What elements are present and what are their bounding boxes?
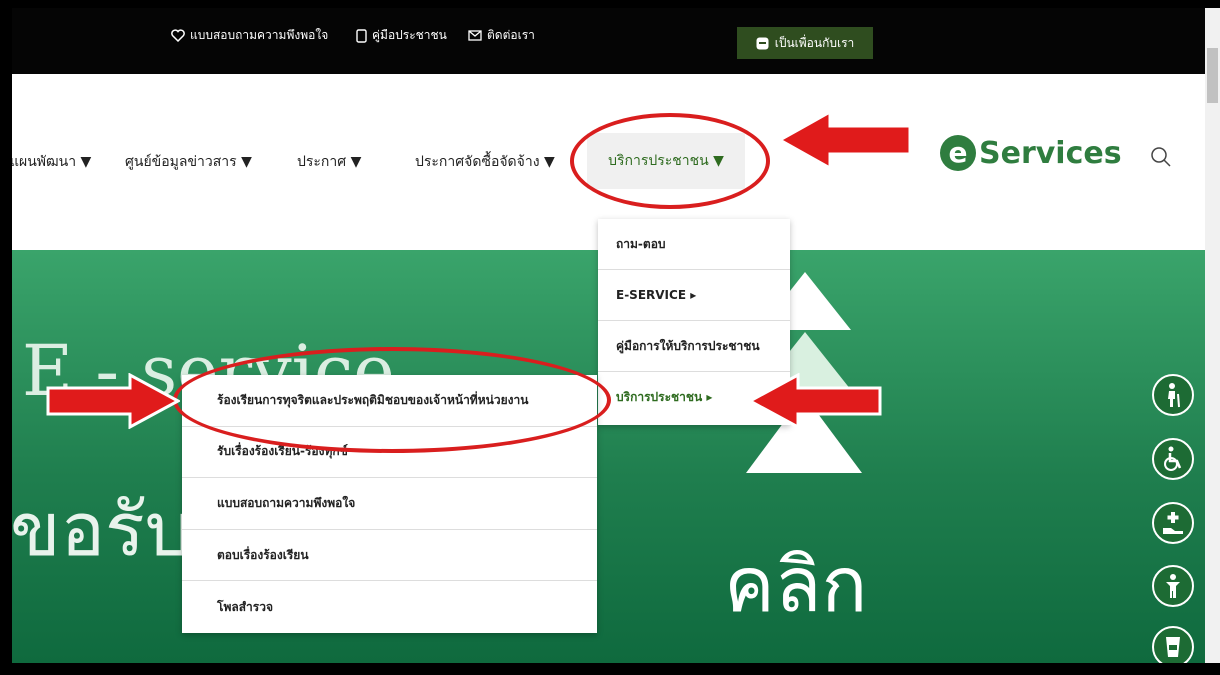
line-chat-icon (756, 37, 769, 49)
satisfaction-survey-link[interactable]: แบบสอบถามความพึงพอใจ (171, 26, 328, 45)
annotation-arrow-nav (778, 110, 912, 170)
nav-item-development-plan[interactable]: แผนพัฒนา ▼ (10, 151, 91, 173)
submenu-item-receive-complaint[interactable]: รับเรื่องร้องเรียน-ร้องทุกข์ (182, 427, 597, 479)
nav-item-label: บริการประชาชน ▼ (608, 153, 724, 169)
heart-icon (171, 29, 185, 42)
submenu-item-poll[interactable]: โพลสำรวจ (182, 581, 597, 633)
frame-border-top (0, 0, 1220, 8)
nav-item-info-center[interactable]: ศูนย์ข้อมูลข่าวสาร ▼ (125, 151, 252, 173)
search-button[interactable] (1150, 146, 1172, 168)
eservices-logo[interactable]: e Services (940, 135, 1122, 171)
citizen-manual-link[interactable]: คู่มือประชาชน (356, 26, 447, 45)
nav-item-label: ประกาศจัดซื้อจัดจ้าง ▼ (415, 154, 555, 170)
submenu-item-label: รับเรื่องร้องเรียน-ร้องทุกข์ (217, 444, 348, 459)
nav-item-label: ศูนย์ข้อมูลข่าวสาร ▼ (125, 154, 252, 170)
submenu-item-label: E-SERVICE ▸ (616, 288, 697, 302)
submenu-item-complaint-reply[interactable]: ตอบเรื่องร้องเรียน (182, 530, 597, 582)
nav-item-announcements[interactable]: ประกาศ ▼ (297, 151, 361, 173)
nav-item-procurement[interactable]: ประกาศจัดซื้อจัดจ้าง ▼ (415, 151, 555, 173)
be-friend-label: เป็นเพื่อนกับเรา (774, 35, 855, 50)
mail-icon (468, 30, 482, 41)
submenu-item-label: บริการประชาชน ▸ (616, 390, 713, 404)
caregiver-icon (1163, 512, 1183, 534)
accessibility-elderly-button[interactable] (1152, 374, 1194, 416)
submenu-item-label: แบบสอบถามความพึงพอใจ (217, 495, 356, 510)
submenu-item-qa[interactable]: ถาม-ตอบ (598, 219, 790, 270)
scrollbar[interactable] (1205, 8, 1220, 663)
wheelchair-icon (1164, 446, 1182, 471)
contact-us-link[interactable]: ติดต่อเรา (468, 26, 535, 45)
submenu-item-label: ร้องเรียนการทุจริตและประพฤติมิชอบของเจ้า… (217, 392, 529, 407)
logo-text: Services (979, 135, 1122, 171)
submenu-citizen-services-sub: ร้องเรียนการทุจริตและประพฤติมิชอบของเจ้า… (182, 375, 597, 633)
cup-icon (1166, 637, 1180, 657)
elderly-icon (1168, 383, 1180, 408)
submenu-item-label: โพลสำรวจ (217, 599, 273, 614)
submenu-item-label: ตอบเรื่องร้องเรียน (217, 547, 309, 562)
submenu-item-eservice[interactable]: E-SERVICE ▸ (598, 270, 790, 321)
submenu-item-label: คู่มือการให้บริการประชาชน (616, 338, 760, 353)
nav-item-citizen-services[interactable]: บริการประชาชน ▼ (587, 133, 745, 189)
submenu-item-service-manual[interactable]: คู่มือการให้บริการประชาชน (598, 321, 790, 372)
accessibility-care-button[interactable] (1152, 502, 1194, 544)
be-friend-button[interactable]: เป็นเพื่อนกับเรา (737, 27, 873, 59)
frame-border-bottom (0, 663, 1220, 675)
frame-border-left (0, 0, 12, 675)
top-link-label: แบบสอบถามความพึงพอใจ (190, 28, 329, 42)
top-link-label: คู่มือประชาชน (372, 28, 447, 42)
accessibility-wheelchair-button[interactable] (1152, 438, 1194, 480)
submenu-item-label: ถาม-ตอบ (616, 236, 666, 251)
submenu-item-corruption-complaint[interactable]: ร้องเรียนการทุจริตและประพฤติมิชอบของเจ้า… (182, 375, 597, 427)
nav-item-label: แผนพัฒนา ▼ (10, 154, 92, 170)
child-icon (1166, 574, 1180, 598)
annotation-arrow-complaint (46, 373, 180, 429)
annotation-arrow-submenu (748, 373, 882, 429)
phone-icon (356, 28, 367, 43)
accessibility-drink-button[interactable] (1152, 626, 1194, 668)
search-icon (1151, 147, 1171, 167)
accessibility-child-button[interactable] (1152, 565, 1194, 607)
submenu-item-satisfaction-survey[interactable]: แบบสอบถามความพึงพอใจ (182, 478, 597, 530)
banner-click-text: คลิก (724, 540, 868, 629)
scrollbar-thumb[interactable] (1207, 48, 1218, 103)
nav-item-label: ประกาศ ▼ (297, 154, 362, 170)
screenshot-frame: แบบสอบถามความพึงพอใจ คู่มือประชาชน ติดต่… (0, 0, 1220, 675)
top-link-label: ติดต่อเรา (487, 28, 535, 42)
logo-e-mark: e (940, 135, 976, 171)
